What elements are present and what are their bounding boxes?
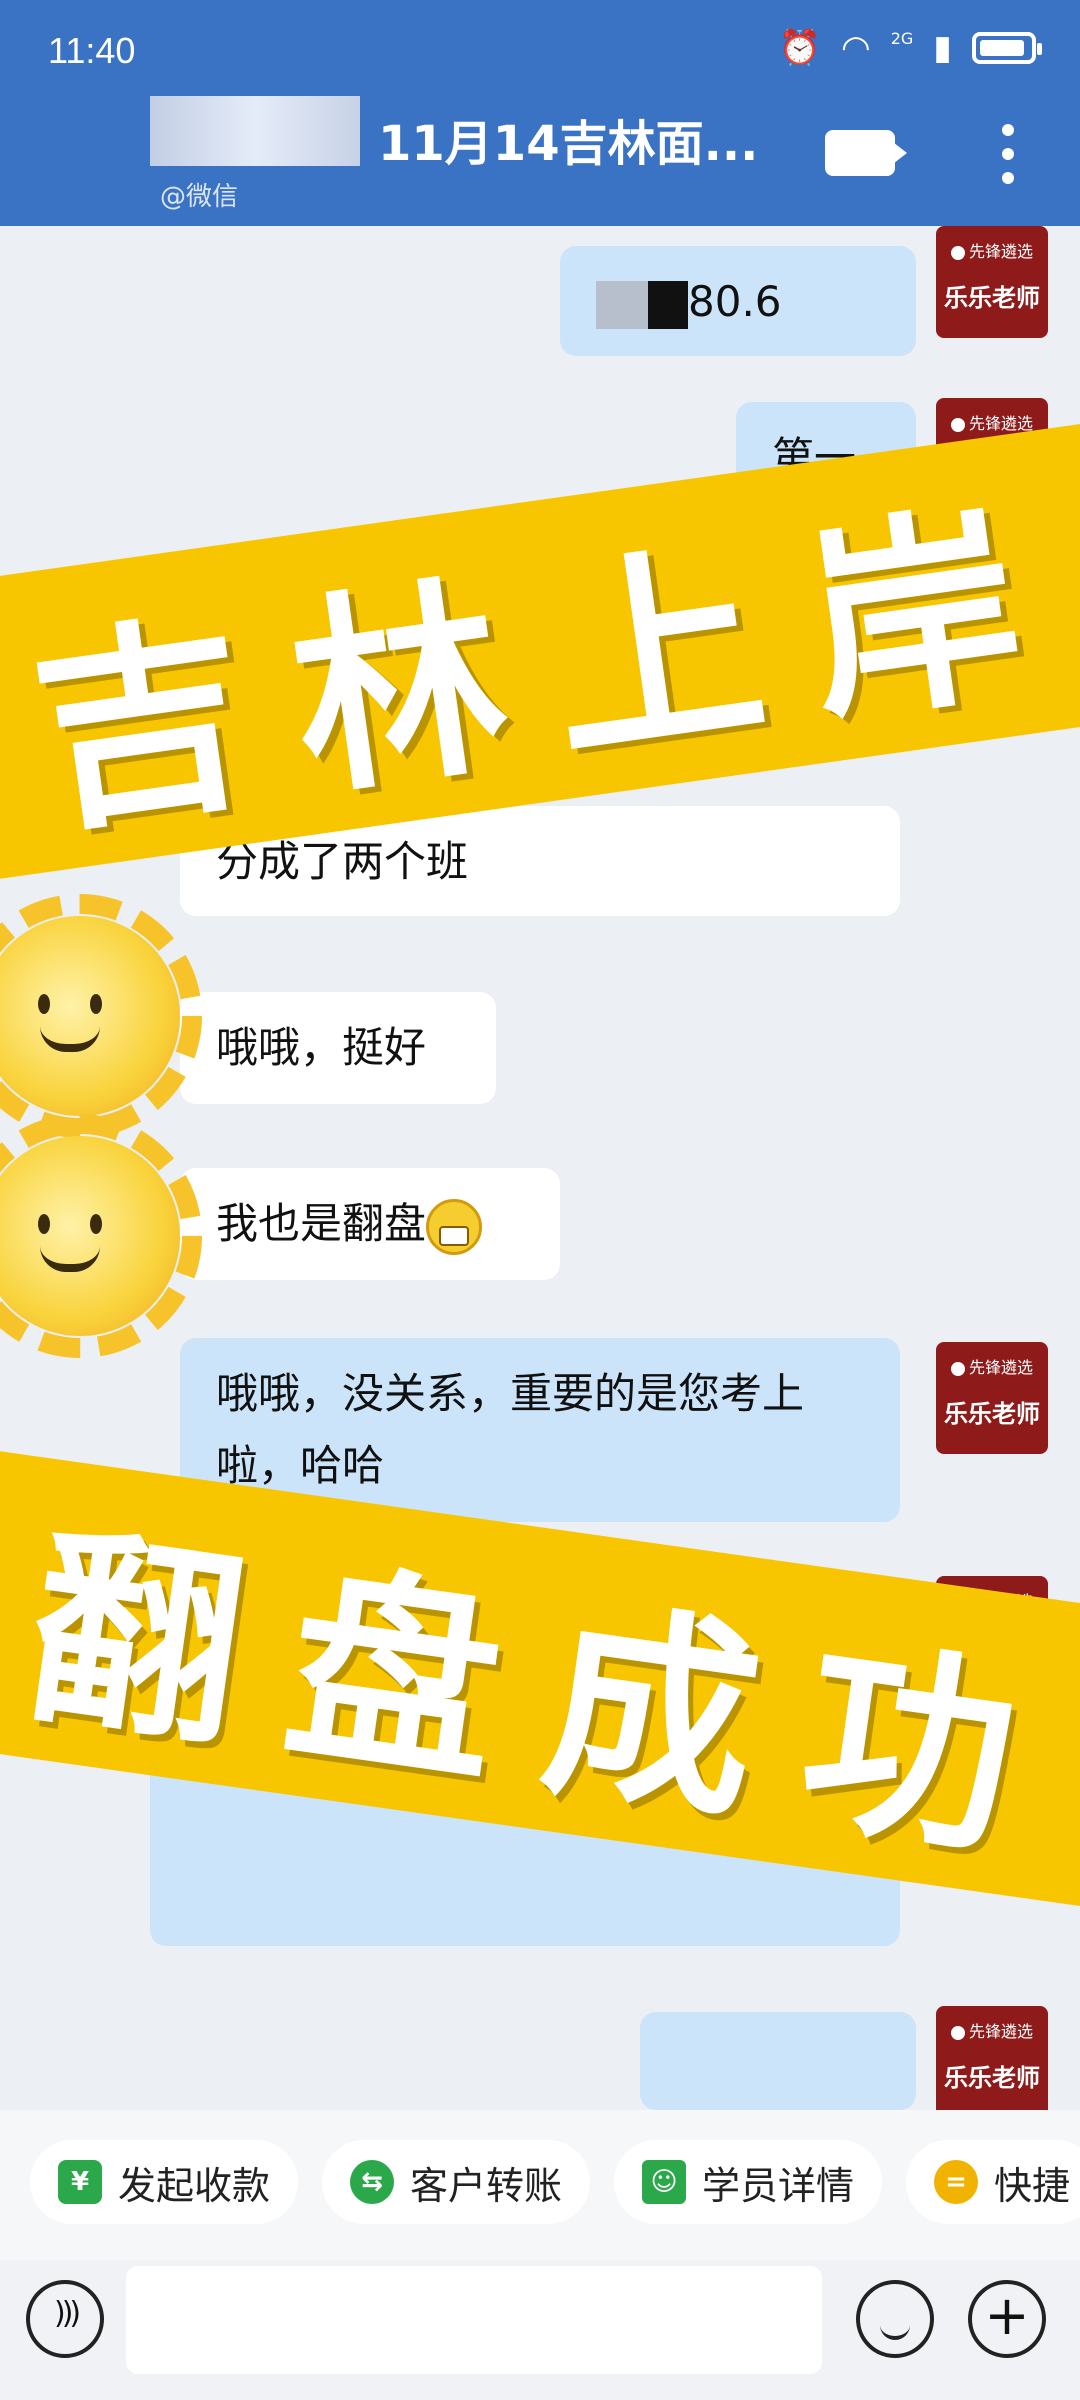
chip-label: 客户转账 bbox=[410, 2163, 563, 2208]
message-text: 哦哦，挺好 bbox=[216, 1023, 427, 1072]
emoji-picker-icon[interactable] bbox=[856, 2280, 934, 2358]
more-options-icon[interactable] bbox=[1000, 124, 1016, 184]
sun-sticker bbox=[0, 894, 202, 1138]
message-text: 哦哦，没关系，重要的是您考上啦，哈哈 bbox=[216, 1369, 805, 1490]
plus-icon[interactable]: + bbox=[968, 2280, 1046, 2358]
avatar-name: 乐乐老师 bbox=[944, 283, 1040, 312]
student-details-button[interactable]: ☺ 学员详情 bbox=[614, 2140, 883, 2224]
avatar-brand: 先锋遴选 bbox=[968, 1358, 1033, 1377]
teacher-avatar[interactable]: 先锋遴选 乐乐老师 bbox=[936, 226, 1048, 338]
contact-avatar-blurred bbox=[150, 96, 360, 166]
sun-sticker bbox=[0, 1114, 202, 1358]
message-text: 我也是翻盘 bbox=[216, 1199, 427, 1248]
chip-label: 学员详情 bbox=[702, 2163, 855, 2208]
signal-icon: ▮ bbox=[933, 28, 952, 68]
message-bubble[interactable]: 哦哦，挺好 bbox=[180, 992, 496, 1104]
message-bubble[interactable]: 我也是翻盘 bbox=[180, 1168, 560, 1280]
customer-transfer-button[interactable]: ⇆ 客户转账 bbox=[322, 2140, 591, 2224]
yuan-icon: ¥ bbox=[58, 2160, 102, 2204]
collect-payment-button[interactable]: ¥ 发起收款 bbox=[30, 2140, 299, 2224]
teacher-avatar[interactable]: 先锋遴选 乐乐老师 bbox=[936, 1342, 1048, 1454]
quick-icon: = bbox=[934, 2160, 979, 2204]
network-type: 2G bbox=[890, 28, 914, 48]
grin-emoji-icon bbox=[426, 1198, 483, 1255]
user-icon: ☺ bbox=[642, 2160, 687, 2204]
video-call-icon[interactable] bbox=[825, 130, 907, 176]
chat-title[interactable]: 11月14吉林面... bbox=[378, 104, 758, 174]
chip-label: 发起收款 bbox=[118, 2163, 271, 2208]
avatar-name: 乐乐老师 bbox=[944, 2063, 1040, 2092]
status-icons: ⏰ ◠ 2G ▮ bbox=[778, 28, 1042, 68]
input-bar: + bbox=[0, 2260, 1080, 2400]
transfer-icon: ⇆ bbox=[350, 2160, 395, 2204]
avatar-name: 乐乐老师 bbox=[944, 1399, 1040, 1428]
message-text: 80.6 bbox=[688, 277, 782, 326]
chat-subtitle: @微信 bbox=[160, 182, 239, 212]
message-bubble[interactable]: 80.6 bbox=[560, 246, 916, 356]
wifi-icon: ◠ bbox=[841, 28, 871, 68]
status-time: 11:40 bbox=[48, 30, 136, 71]
avatar-brand: 先锋遴选 bbox=[968, 242, 1033, 261]
teacher-avatar[interactable]: 先锋遴选 乐乐老师 bbox=[936, 2006, 1048, 2110]
chip-label: 快捷 bbox=[994, 2163, 1071, 2208]
avatar-brand: 先锋遴选 bbox=[968, 2022, 1033, 2041]
battery-icon bbox=[972, 32, 1042, 64]
voice-input-icon[interactable] bbox=[26, 2280, 104, 2358]
message-bubble-blurred[interactable] bbox=[640, 2012, 916, 2110]
quick-actions-bar: ¥ 发起收款 ⇆ 客户转账 ☺ 学员详情 = 快捷 bbox=[0, 2110, 1080, 2260]
alarm-icon: ⏰ bbox=[778, 28, 822, 68]
quick-reply-button[interactable]: = 快捷 bbox=[906, 2140, 1080, 2224]
chat-header: 11:40 ⏰ ◠ 2G ▮ 11月14吉林面... @微信 bbox=[0, 0, 1080, 226]
message-input[interactable] bbox=[126, 2266, 822, 2374]
